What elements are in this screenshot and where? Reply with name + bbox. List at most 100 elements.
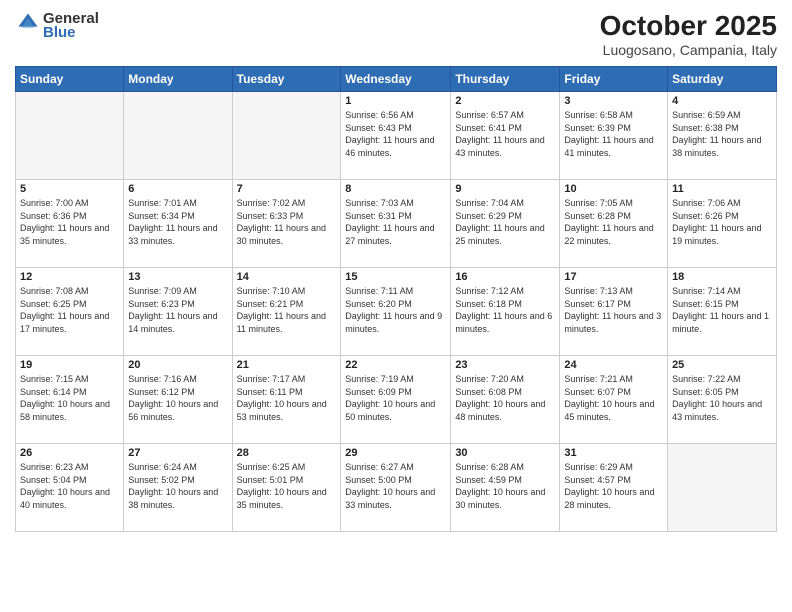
calendar-title: October 2025 [600,10,777,42]
day-number: 2 [455,95,555,107]
day-number: 9 [455,183,555,195]
calendar-cell [232,92,341,180]
page: General Blue October 2025 Luogosano, Cam… [0,0,792,612]
calendar-week-5: 26 Sunrise: 6:23 AM Sunset: 5:04 PM Dayli… [16,444,777,532]
calendar-cell: 17Sunrise: 7:13 AM Sunset: 6:17 PM Dayli… [560,268,668,356]
col-sunday: Sunday [16,67,124,92]
calendar-cell: 23Sunrise: 7:20 AM Sunset: 6:08 PM Dayli… [451,356,560,444]
day-info: Sunrise: 7:14 AM Sunset: 6:15 PM Dayligh… [672,285,772,335]
calendar-cell: 12 Sunrise: 7:08 AM Sunset: 6:25 PM Dayli… [16,268,124,356]
calendar-cell: 22 Sunrise: 7:19 AM Sunset: 6:09 PM Dayli… [341,356,451,444]
day-number: 31 [564,447,663,459]
calendar-cell: 11 Sunrise: 7:06 AM Sunset: 6:26 PM Dayli… [668,180,777,268]
day-number: 14 [237,271,337,283]
day-number: 7 [237,183,337,195]
day-info: Sunrise: 7:17 AM Sunset: 6:11 PM Dayligh… [237,373,337,423]
calendar-cell: 20Sunrise: 7:16 AM Sunset: 6:12 PM Dayli… [124,356,232,444]
day-info: Sunrise: 6:28 AM Sunset: 4:59 PM Dayligh… [455,461,555,511]
col-tuesday: Tuesday [232,67,341,92]
day-info: Sunrise: 7:21 AM Sunset: 6:07 PM Dayligh… [564,373,663,423]
day-number: 15 [345,271,446,283]
title-block: October 2025 Luogosano, Campania, Italy [600,10,777,58]
day-info: Sunrise: 7:13 AM Sunset: 6:17 PM Dayligh… [564,285,663,335]
day-info: Sunrise: 6:56 AM Sunset: 6:43 PM Dayligh… [345,109,446,159]
day-number: 20 [128,359,227,371]
day-info: Sunrise: 7:08 AM Sunset: 6:25 PM Dayligh… [20,285,119,335]
col-friday: Friday [560,67,668,92]
calendar-cell [16,92,124,180]
day-number: 18 [672,271,772,283]
calendar-cell: 28 Sunrise: 6:25 AM Sunset: 5:01 PM Dayli… [232,444,341,532]
calendar-cell: 26 Sunrise: 6:23 AM Sunset: 5:04 PM Dayli… [16,444,124,532]
day-info: Sunrise: 7:04 AM Sunset: 6:29 PM Dayligh… [455,197,555,247]
day-number: 11 [672,183,772,195]
day-info: Sunrise: 7:02 AM Sunset: 6:33 PM Dayligh… [237,197,337,247]
calendar-week-2: 5 Sunrise: 7:00 AM Sunset: 6:36 PM Daylig… [16,180,777,268]
day-info: Sunrise: 6:25 AM Sunset: 5:01 PM Dayligh… [237,461,337,511]
calendar-cell: 14 Sunrise: 7:10 AM Sunset: 6:21 PM Dayli… [232,268,341,356]
day-number: 8 [345,183,446,195]
day-number: 16 [455,271,555,283]
day-number: 10 [564,183,663,195]
calendar-cell: 6Sunrise: 7:01 AM Sunset: 6:34 PM Daylig… [124,180,232,268]
calendar-cell [668,444,777,532]
day-number: 1 [345,95,446,107]
day-info: Sunrise: 7:01 AM Sunset: 6:34 PM Dayligh… [128,197,227,247]
day-number: 27 [128,447,227,459]
day-number: 29 [345,447,446,459]
day-number: 23 [455,359,555,371]
day-info: Sunrise: 6:29 AM Sunset: 4:57 PM Dayligh… [564,461,663,511]
col-wednesday: Wednesday [341,67,451,92]
day-info: Sunrise: 7:15 AM Sunset: 6:14 PM Dayligh… [20,373,119,423]
day-number: 19 [20,359,119,371]
day-info: Sunrise: 7:19 AM Sunset: 6:09 PM Dayligh… [345,373,446,423]
day-number: 13 [128,271,227,283]
day-info: Sunrise: 6:23 AM Sunset: 5:04 PM Dayligh… [20,461,119,511]
day-number: 28 [237,447,337,459]
calendar-cell: 31 Sunrise: 6:29 AM Sunset: 4:57 PM Dayli… [560,444,668,532]
calendar-cell: 3Sunrise: 6:58 AM Sunset: 6:39 PM Daylig… [560,92,668,180]
calendar-subtitle: Luogosano, Campania, Italy [600,42,777,58]
day-info: Sunrise: 7:22 AM Sunset: 6:05 PM Dayligh… [672,373,772,423]
day-number: 22 [345,359,446,371]
calendar-cell: 8 Sunrise: 7:03 AM Sunset: 6:31 PM Daylig… [341,180,451,268]
day-number: 4 [672,95,772,107]
col-monday: Monday [124,67,232,92]
calendar-cell: 9 Sunrise: 7:04 AM Sunset: 6:29 PM Daylig… [451,180,560,268]
day-number: 12 [20,271,119,283]
day-info: Sunrise: 7:05 AM Sunset: 6:28 PM Dayligh… [564,197,663,247]
calendar-cell: 5 Sunrise: 7:00 AM Sunset: 6:36 PM Daylig… [16,180,124,268]
day-info: Sunrise: 6:57 AM Sunset: 6:41 PM Dayligh… [455,109,555,159]
calendar-cell: 13Sunrise: 7:09 AM Sunset: 6:23 PM Dayli… [124,268,232,356]
day-info: Sunrise: 7:06 AM Sunset: 6:26 PM Dayligh… [672,197,772,247]
calendar-cell: 18 Sunrise: 7:14 AM Sunset: 6:15 PM Dayli… [668,268,777,356]
day-info: Sunrise: 6:27 AM Sunset: 5:00 PM Dayligh… [345,461,446,511]
calendar-week-3: 12 Sunrise: 7:08 AM Sunset: 6:25 PM Dayli… [16,268,777,356]
calendar-week-1: 1 Sunrise: 6:56 AM Sunset: 6:43 PM Daylig… [16,92,777,180]
calendar-cell: 25 Sunrise: 7:22 AM Sunset: 6:05 PM Dayli… [668,356,777,444]
calendar-week-4: 19 Sunrise: 7:15 AM Sunset: 6:14 PM Dayli… [16,356,777,444]
day-number: 21 [237,359,337,371]
col-thursday: Thursday [451,67,560,92]
day-info: Sunrise: 6:59 AM Sunset: 6:38 PM Dayligh… [672,109,772,159]
calendar-cell: 29 Sunrise: 6:27 AM Sunset: 5:00 PM Dayli… [341,444,451,532]
calendar-cell: 10 Sunrise: 7:05 AM Sunset: 6:28 PM Dayli… [560,180,668,268]
calendar-table: Sunday Monday Tuesday Wednesday Thursday… [15,66,777,532]
calendar-cell: 30 Sunrise: 6:28 AM Sunset: 4:59 PM Dayli… [451,444,560,532]
logo: General Blue [15,10,99,41]
calendar-cell: 27Sunrise: 6:24 AM Sunset: 5:02 PM Dayli… [124,444,232,532]
col-saturday: Saturday [668,67,777,92]
day-number: 26 [20,447,119,459]
calendar-header-row: Sunday Monday Tuesday Wednesday Thursday… [16,67,777,92]
day-info: Sunrise: 7:11 AM Sunset: 6:20 PM Dayligh… [345,285,446,335]
day-number: 30 [455,447,555,459]
day-number: 5 [20,183,119,195]
day-info: Sunrise: 7:10 AM Sunset: 6:21 PM Dayligh… [237,285,337,335]
day-info: Sunrise: 7:00 AM Sunset: 6:36 PM Dayligh… [20,197,119,247]
calendar-cell [124,92,232,180]
day-number: 24 [564,359,663,371]
day-info: Sunrise: 7:03 AM Sunset: 6:31 PM Dayligh… [345,197,446,247]
calendar-cell: 16Sunrise: 7:12 AM Sunset: 6:18 PM Dayli… [451,268,560,356]
calendar-cell: 19 Sunrise: 7:15 AM Sunset: 6:14 PM Dayli… [16,356,124,444]
day-number: 25 [672,359,772,371]
